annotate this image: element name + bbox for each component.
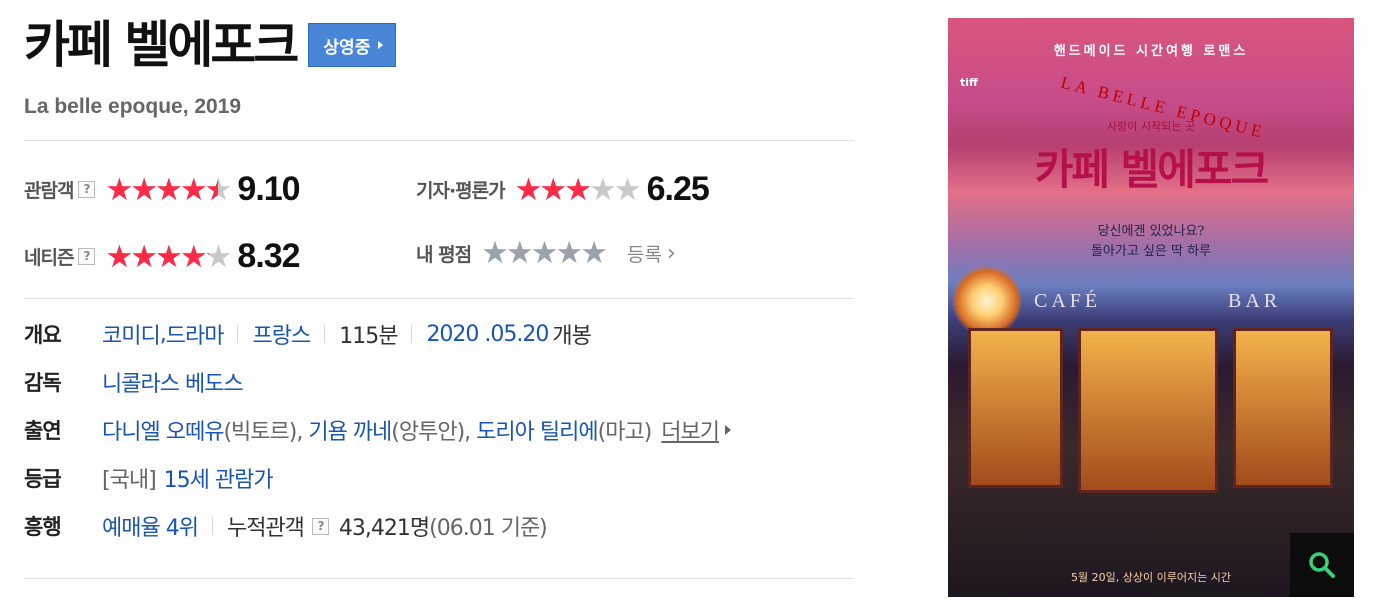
actor-link[interactable]: 기욤 까네	[308, 414, 392, 446]
separator	[324, 325, 326, 343]
question-mark-icon[interactable]: ?	[78, 181, 96, 198]
right-triangle-icon	[378, 41, 384, 49]
audience-rating-label: 관람객	[24, 180, 74, 202]
poster-window	[1233, 328, 1333, 488]
netizen-score: 8.32	[237, 237, 300, 275]
actor-link[interactable]: 도리아 틸리에	[476, 414, 598, 446]
poster-window	[968, 328, 1063, 488]
now-showing-button[interactable]: 상영중	[308, 23, 397, 67]
divider	[24, 140, 854, 141]
director-link[interactable]: 니콜라스 베도스	[102, 366, 244, 398]
actor-role: (앙투안),	[391, 420, 471, 445]
critic-rating-label: 기자·평론가	[416, 180, 506, 202]
critic-score: 6.25	[646, 170, 710, 208]
critic-star-rating: ★★★★★★★★★★	[514, 171, 642, 208]
reservation-rank-link[interactable]: 예매율 4위	[102, 510, 199, 542]
grade-row: 등급 [국내] 15세 관람가	[24, 462, 274, 494]
cast-heading: 출연	[24, 419, 62, 443]
festival-logo: tiff	[960, 76, 978, 89]
separator	[411, 325, 413, 343]
divider	[24, 578, 854, 579]
poster-top-text: 핸드메이드 시간여행 로맨스	[1053, 44, 1249, 59]
country-link[interactable]: 프랑스	[252, 318, 311, 350]
poster-sign-bar: BAR	[1228, 290, 1282, 312]
register-label: 등록	[627, 243, 662, 266]
overview-row: 개요 코미디 , 드라마 프랑스 115분 2020 .05.20 개봉	[24, 318, 592, 350]
question-mark-icon[interactable]: ?	[78, 248, 96, 265]
right-triangle-icon	[725, 425, 732, 435]
director-row: 감독 니콜라스 베도스	[24, 366, 244, 398]
poster-tagline: 사랑이 시작되는 곳	[1107, 120, 1195, 133]
netizen-rating: 네티즌 ? ★★★★★★★★★★ 8.32	[24, 237, 301, 276]
runtime: 115분	[339, 324, 398, 349]
original-title: La belle epoque, 2019	[24, 95, 242, 118]
poster-window	[1078, 328, 1218, 493]
movie-poster[interactable]: 핸드메이드 시간여행 로맨스 tiff LA BELLE EPOQUE 사랑이 …	[948, 18, 1354, 597]
audience-score: 9.10	[237, 170, 300, 208]
now-showing-label: 상영중	[323, 37, 371, 58]
question-mark-icon[interactable]: ?	[311, 517, 329, 535]
separator	[237, 325, 239, 343]
director-heading: 감독	[24, 371, 62, 395]
my-rating-label: 내 평점	[416, 243, 472, 266]
more-cast-link[interactable]: 더보기	[661, 414, 732, 446]
cast-row: 출연 다니엘 오떼유 (빅토르), 기욤 까네 (앙투안), 도리아 틸리에 (…	[24, 414, 732, 446]
grade-heading: 등급	[24, 467, 62, 491]
release-suffix: 개봉	[552, 324, 591, 349]
title-row: 카페 벨에포크 상영중	[24, 12, 397, 78]
magnifier-icon[interactable]	[1290, 533, 1354, 597]
audience-total-count: 43,421명	[338, 516, 430, 541]
genre-link[interactable]: 코미디	[102, 318, 161, 350]
release-date-link[interactable]: 2020 .05.20	[426, 322, 549, 347]
audience-star-rating: ★★★★★ ★★★★★	[105, 171, 232, 208]
box-office-heading: 흥행	[24, 515, 62, 539]
my-rating: 내 평점 ★★★★★★★★★★ 등록 ›	[416, 237, 676, 269]
actor-role: (빅토르),	[223, 420, 303, 445]
my-star-rating[interactable]: ★★★★★★★★★★	[481, 237, 608, 269]
chevron-right-icon: ›	[667, 240, 676, 266]
poster-quote-line1: 당신에겐 있었나요?	[1097, 224, 1205, 239]
poster-storefront-sign: CAFÉ BAR	[948, 290, 1354, 318]
box-office-row: 흥행 예매율 4위 누적관객 ? 43,421명 (06.01 기준)	[24, 510, 548, 542]
netizen-rating-label: 네티즌	[24, 247, 74, 269]
overview-heading: 개요	[24, 323, 62, 347]
genre-link[interactable]: 드라마	[166, 318, 225, 350]
poster-title: 카페 벨에포크	[1034, 145, 1269, 194]
separator	[211, 517, 213, 535]
critic-rating: 기자·평론가 ★★★★★★★★★★ 6.25	[416, 170, 710, 209]
grade-link[interactable]: 15세 관람가	[164, 462, 274, 494]
grade-prefix: [국내]	[102, 468, 157, 493]
poster-quote-line2: 돌아가고 싶은 딱 하루	[1090, 244, 1212, 259]
poster-storefront	[968, 328, 1338, 493]
poster-sign-cafe: CAFÉ	[1034, 290, 1102, 312]
actor-role: (마고)	[597, 420, 653, 445]
register-rating-link[interactable]: 등록 ›	[627, 240, 676, 267]
page-title: 카페 벨에포크	[24, 16, 299, 74]
actor-link[interactable]: 다니엘 오떼유	[102, 414, 224, 446]
audience-total-label: 누적관객	[226, 516, 305, 541]
divider	[24, 298, 854, 299]
netizen-star-rating: ★★★★★★★★★★	[105, 238, 232, 275]
more-label: 더보기	[661, 420, 720, 445]
audience-rating: 관람객 ? ★★★★★ ★★★★★ 9.10	[24, 170, 301, 209]
audience-total-note: (06.01 기준)	[429, 516, 548, 541]
